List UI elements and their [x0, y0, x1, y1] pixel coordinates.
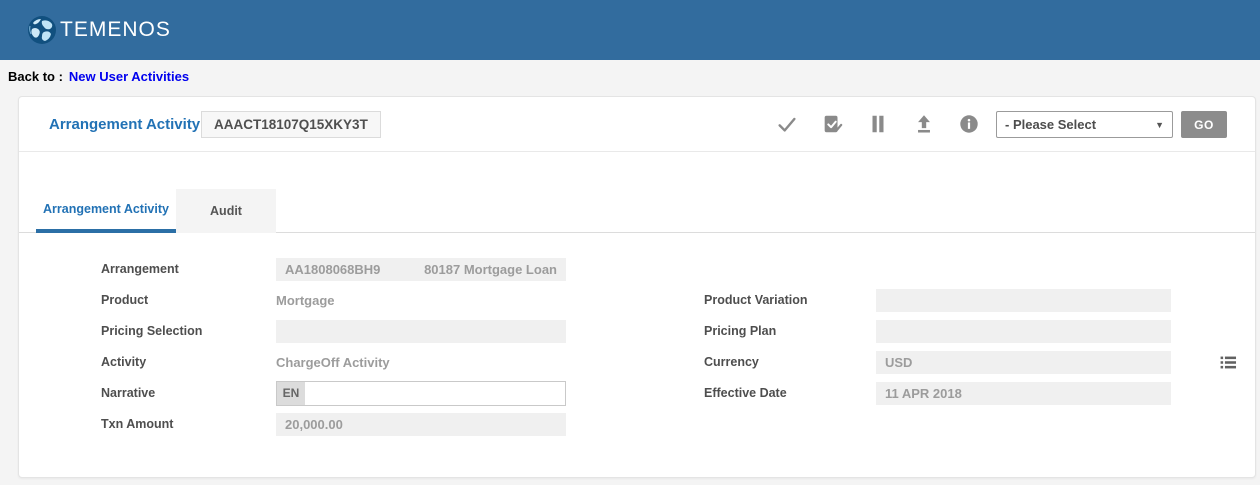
- arrangement-activity-panel: Arrangement Activity AAACT18107Q15XKY3T: [18, 96, 1256, 478]
- pricing-plan-label: Pricing Plan: [704, 320, 776, 343]
- title-row: Arrangement Activity AAACT18107Q15XKY3T: [19, 97, 1255, 152]
- currency-value: USD: [876, 351, 1171, 374]
- back-to-label: Back to :: [8, 69, 63, 84]
- upload-icon[interactable]: [913, 113, 935, 135]
- txn-amount-label: Txn Amount: [101, 413, 173, 436]
- hold-pause-icon[interactable]: [867, 113, 889, 135]
- commit-check-icon[interactable]: [776, 113, 798, 135]
- tab-arrangement-activity[interactable]: Arrangement Activity: [36, 189, 176, 233]
- record-id-badge: AAACT18107Q15XKY3T: [201, 111, 381, 138]
- narrative-field: EN: [276, 381, 566, 406]
- application-window: TEMENOS Back to : New User Activities Ar…: [0, 0, 1260, 485]
- activity-label: Activity: [101, 351, 146, 374]
- product-variation-value: [876, 289, 1171, 312]
- tab-audit[interactable]: Audit: [176, 189, 276, 233]
- brand-name: TEMENOS: [60, 0, 171, 60]
- back-link-new-user-activities[interactable]: New User Activities: [69, 69, 189, 84]
- product-variation-label: Product Variation: [704, 289, 808, 312]
- breadcrumb: Back to : New User Activities: [0, 60, 1260, 92]
- currency-lookup-list-icon[interactable]: [1219, 353, 1238, 372]
- action-select-value: - Please Select: [1005, 117, 1096, 132]
- page-title: Arrangement Activity: [49, 97, 200, 152]
- effective-date-value: 11 APR 2018: [876, 382, 1171, 405]
- pricing-selection-value: [276, 320, 566, 343]
- currency-label: Currency: [704, 351, 759, 374]
- go-button[interactable]: GO: [1181, 111, 1227, 138]
- product-label: Product: [101, 289, 148, 312]
- info-icon[interactable]: [958, 113, 980, 135]
- pricing-plan-value: [876, 320, 1171, 343]
- arrangement-value: AA1808068BH9 80187 Mortgage Loan: [276, 258, 566, 281]
- narrative-language-prefix: EN: [277, 382, 305, 405]
- effective-date-label: Effective Date: [704, 382, 787, 405]
- temenos-globe-logo: [26, 14, 58, 46]
- arrangement-label: Arrangement: [101, 258, 179, 281]
- product-value: Mortgage: [276, 289, 566, 312]
- txn-amount-value: 20,000.00: [276, 413, 566, 436]
- pricing-selection-label: Pricing Selection: [101, 320, 202, 343]
- tab-bar: Arrangement Activity Audit: [19, 189, 1255, 233]
- chevron-down-icon: ▼: [1155, 120, 1164, 130]
- validate-document-icon[interactable]: [821, 113, 843, 135]
- action-select-dropdown[interactable]: - Please Select ▼: [996, 111, 1173, 138]
- narrative-input[interactable]: [305, 382, 565, 405]
- narrative-label: Narrative: [101, 382, 155, 405]
- app-header: TEMENOS: [0, 0, 1260, 60]
- activity-value: ChargeOff Activity: [276, 351, 566, 374]
- arrangement-description: 80187 Mortgage Loan: [424, 258, 557, 281]
- arrangement-id: AA1808068BH9: [285, 258, 380, 281]
